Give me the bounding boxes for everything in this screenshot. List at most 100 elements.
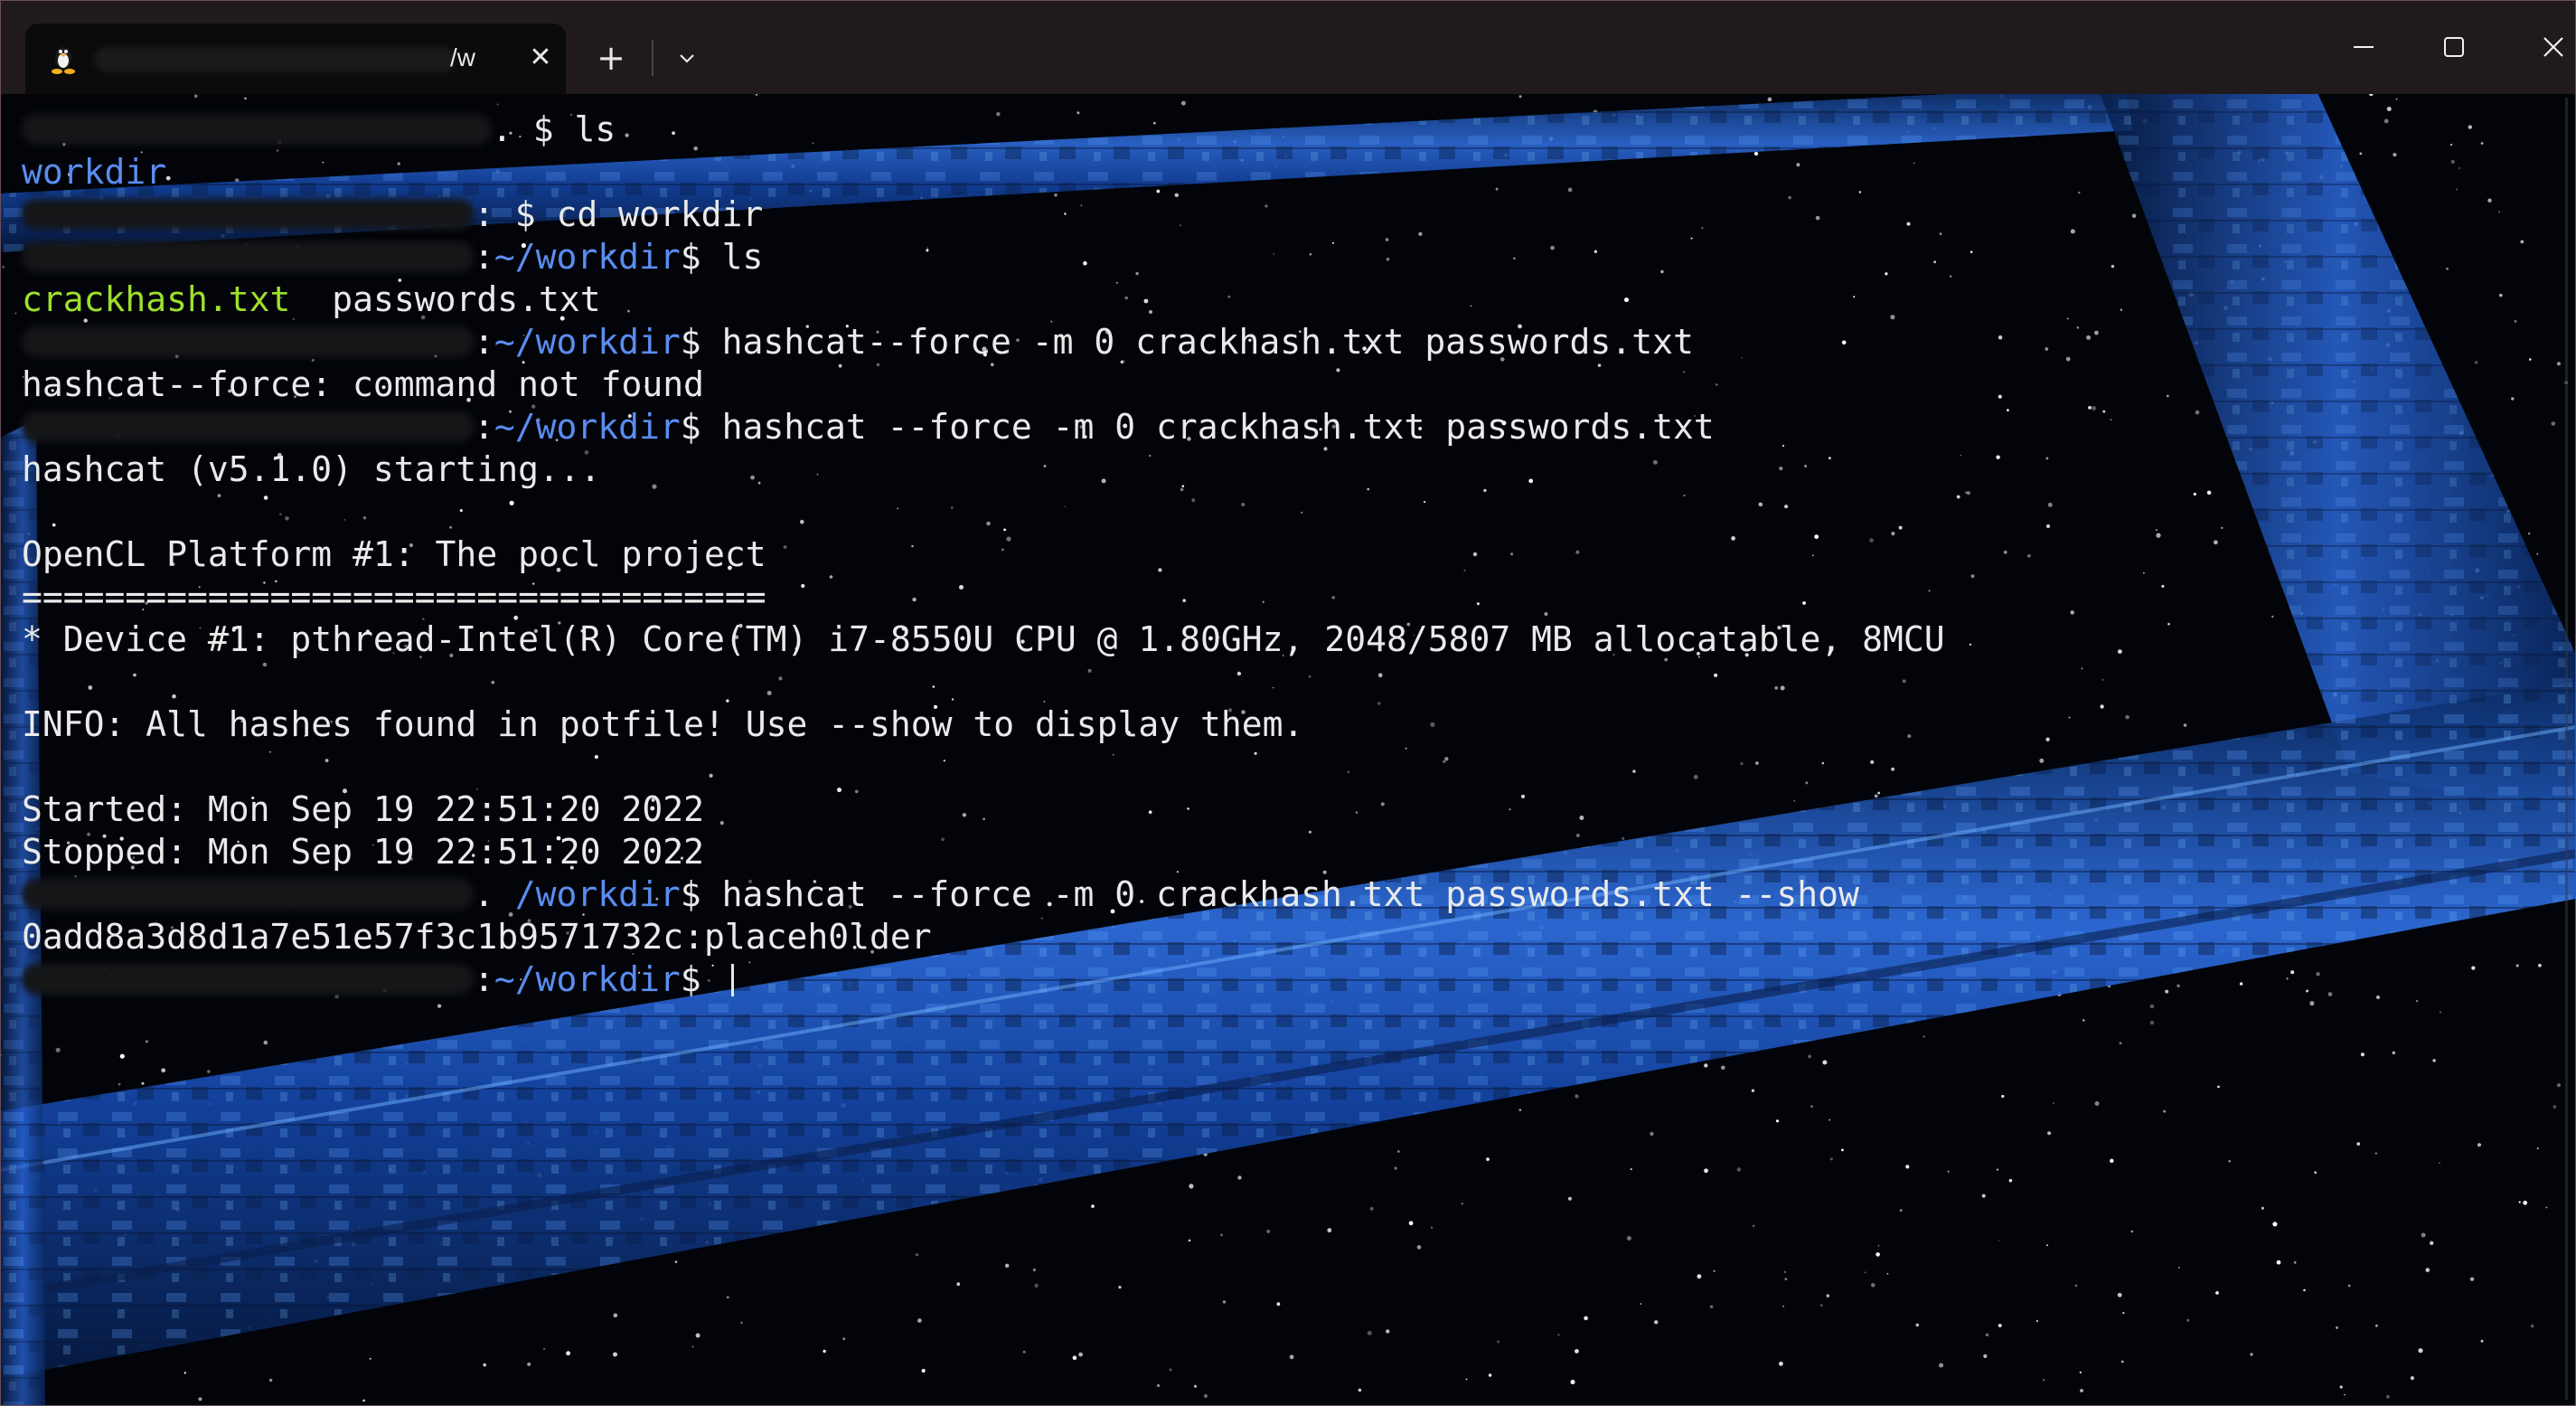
star — [2261, 1206, 2264, 1210]
command-text: hashcat --force -m 0 crackhash.txt passw… — [721, 874, 1859, 914]
star — [2309, 1001, 2315, 1006]
minimize-button[interactable] — [2314, 18, 2413, 76]
star — [2186, 1318, 2190, 1322]
star — [1915, 1323, 1920, 1327]
redacted-user-host — [22, 114, 492, 145]
star — [1188, 1239, 1191, 1242]
star — [2082, 1019, 2085, 1022]
tux-penguin-icon — [45, 42, 81, 78]
terminal-line: workdir — [22, 151, 2543, 193]
star — [1985, 1333, 1989, 1337]
star — [2336, 1326, 2338, 1329]
output-text: INFO: All hashes found in potfile! Use -… — [22, 704, 1304, 744]
terminal-line: hashcat--force: command not found — [22, 363, 2543, 406]
star — [1557, 1334, 1560, 1336]
star — [2053, 1102, 2054, 1105]
redacted-user-host — [22, 326, 474, 357]
star — [2430, 1241, 2434, 1246]
terminal-window: /w ✕ + . $ ls workdir: $ cd workdir:~/… — [0, 0, 2576, 1406]
close-button[interactable] — [2504, 18, 2576, 76]
star — [1488, 1373, 1492, 1377]
star — [1386, 1329, 1390, 1334]
star — [2439, 1162, 2440, 1165]
star — [1626, 1236, 1631, 1241]
star — [2432, 1059, 2436, 1062]
command-text: hashcat --force -m 0 crackhash.txt passw… — [721, 407, 1715, 447]
star — [2518, 1201, 2521, 1203]
prompt-path: ~/workdir — [494, 237, 681, 277]
star — [2556, 1083, 2562, 1088]
star — [566, 1351, 570, 1356]
star — [2276, 1260, 2281, 1265]
prompt-symbol: $ — [680, 874, 722, 914]
tab-close-icon[interactable]: ✕ — [521, 38, 560, 78]
terminal-pane[interactable]: . $ ls workdir: $ cd workdir:~/workdir$ l… — [0, 94, 2576, 1406]
prompt-prefix: . — [474, 874, 515, 914]
terminal-line: :~/workdir$ — [22, 958, 2543, 1001]
star — [917, 1318, 922, 1323]
star — [2375, 1324, 2378, 1327]
star — [1266, 1229, 1271, 1233]
star — [1078, 1352, 1083, 1357]
terminal-line: OpenCL Platform #1: The pocl project — [22, 533, 2543, 576]
star — [2177, 1266, 2180, 1269]
terminal-line: . /workdir$ hashcat --force -m 0 crackha… — [22, 873, 2543, 916]
close-icon — [2543, 37, 2563, 57]
star — [1180, 100, 1186, 106]
redacted-user-host — [22, 964, 474, 995]
scrollbar[interactable] — [2563, 98, 2571, 1400]
star — [1416, 1245, 1422, 1250]
star — [2545, 1206, 2548, 1209]
star — [674, 1260, 678, 1263]
star — [1713, 1269, 1716, 1272]
prompt-path: /workdir — [514, 874, 681, 914]
star — [1871, 1283, 1876, 1288]
prompt-symbol: $ — [680, 407, 722, 447]
star — [842, 1337, 846, 1341]
terminal-line: Started: Mon Sep 19 22:51:20 2022 — [22, 788, 2543, 831]
star — [2080, 1389, 2083, 1392]
star — [2418, 1348, 2423, 1354]
star — [1518, 95, 1522, 99]
star — [2469, 1277, 2475, 1281]
star — [921, 1368, 926, 1373]
star — [2228, 1160, 2231, 1163]
star — [2356, 1142, 2361, 1146]
star — [119, 1053, 125, 1059]
star — [956, 1282, 961, 1287]
star — [2480, 1339, 2484, 1343]
tab-title: /w — [450, 43, 475, 71]
star — [1810, 1105, 1813, 1108]
star — [2303, 1288, 2306, 1292]
terminal-tab[interactable]: /w ✕ — [25, 24, 566, 94]
star — [2043, 1379, 2045, 1382]
text-cursor — [730, 964, 734, 996]
star — [1367, 1330, 1372, 1335]
star — [2439, 1011, 2441, 1014]
chevron-down-icon[interactable] — [665, 40, 709, 76]
star — [1654, 1320, 1659, 1325]
star — [740, 1321, 743, 1325]
title-bar: /w ✕ + — [0, 0, 2576, 94]
star — [2094, 1101, 2100, 1106]
prompt-path: ~/workdir — [494, 959, 681, 999]
star — [2001, 1094, 2005, 1099]
star — [1877, 1244, 1880, 1247]
prompt-symbol: $ — [680, 237, 722, 277]
star — [1704, 1168, 1708, 1174]
star — [1327, 1228, 1332, 1233]
star — [695, 1333, 700, 1338]
star — [2163, 1109, 2167, 1113]
star — [2477, 1143, 2481, 1147]
star — [55, 1047, 61, 1052]
star — [198, 1397, 202, 1401]
star — [1947, 1170, 1950, 1173]
new-tab-button[interactable]: + — [589, 36, 633, 80]
maximize-button[interactable] — [2404, 18, 2504, 76]
terminal-line: Stopped: Mon Sep 19 22:51:20 2022 — [22, 831, 2543, 873]
terminal-line: * Device #1: pthread-Intel(R) Core(TM) i… — [22, 618, 2543, 661]
prompt-prefix: : — [474, 407, 494, 447]
command-text: hashcat--force -m 0 crackhash.txt passwo… — [721, 322, 1694, 362]
star — [2374, 1152, 2377, 1155]
